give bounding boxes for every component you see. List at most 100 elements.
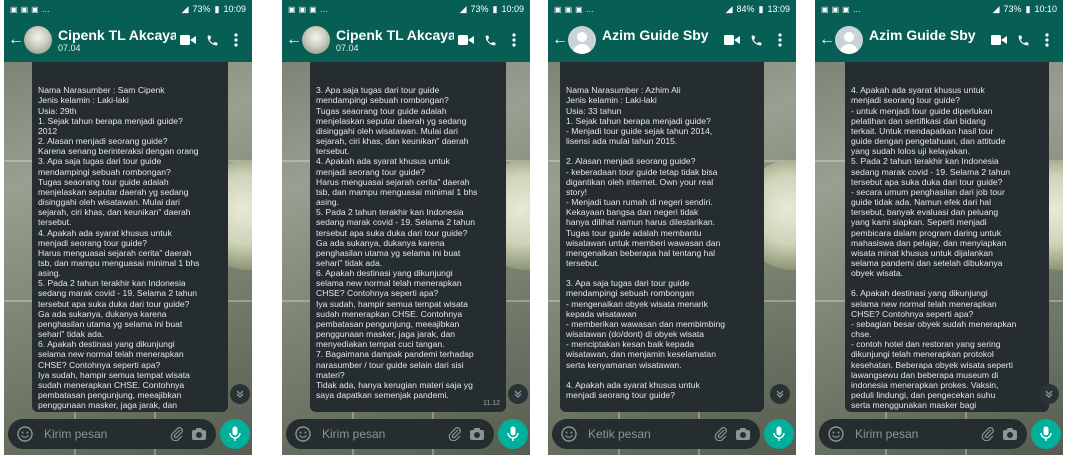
message-line: selama pandemi dan setelah dibukanya [851,257,1003,268]
message-line: serta menggunakan masker bagi [851,400,977,411]
message-input-bar[interactable]: Ketik pesan [552,419,760,449]
more-vert-icon[interactable] [1035,33,1059,47]
more-vert-icon[interactable] [224,33,248,47]
message-line: Tugas seaorang tour guide adalah [38,176,169,187]
message-line: selama new normal telah menerapkan [38,349,184,360]
attach-icon[interactable] [166,423,188,445]
message-input[interactable]: Kirim pesan [855,427,977,441]
message-line: 5. Pada 2 tahun terakhir kan Indonesia [851,156,999,167]
message-line: sudah menerapkan CHSE. Contohnya [38,379,185,390]
back-arrow-icon[interactable]: ← [286,31,302,49]
contact-info[interactable]: Azim Guide Sby [869,27,987,53]
message-line: Jenis kelamin : Laki-laki [38,95,129,106]
message-line: sehari" tidak ada. [38,329,105,340]
message-time [756,399,758,409]
message-input[interactable]: Kirim pesan [322,427,444,441]
attach-icon[interactable] [977,423,999,445]
message-line: penghasilan utama yg selama ini buat [38,318,183,329]
message-line: sedang marak covid - 19. Selama 2 tahun [851,166,1011,177]
message-bubble[interactable]: 3. Apa saja tugas dari tour guide mendamp… [310,62,506,412]
message-line [566,370,758,380]
scroll-down-icon[interactable] [508,384,528,404]
phone-icon[interactable] [744,34,768,47]
back-arrow-icon[interactable]: ← [552,31,568,49]
message-line: pembatasan pengunjung, meeajibkan [316,318,460,329]
emoji-icon[interactable] [825,423,847,445]
battery-icon: ▮ [1025,3,1031,14]
camera-icon[interactable] [999,423,1021,445]
phone-icon[interactable] [1011,34,1035,47]
phone-screen-4: ▣ ▣ ▣… ◢ 73% ▮ 10:10 ← Azim Guide Sby 4. A… [815,0,1063,455]
message-line: CHSE? Contohnya seperti apa? [851,308,974,319]
message-line: tersebut. [566,257,600,268]
mic-icon[interactable] [1031,419,1061,449]
message-bubble[interactable]: Nama Narasumber : Azhim Ali Jenis kelamin… [560,62,764,412]
more-vert-icon[interactable] [768,33,792,47]
chat-header: ← Azim Guide Sby [815,18,1063,62]
message-input-bar[interactable]: Kirim pesan [8,419,216,449]
camera-icon[interactable] [466,423,488,445]
mic-icon[interactable] [764,419,794,449]
message-line: Nama Narasumber : Azhim Ali [566,85,681,96]
more-vert-icon[interactable] [502,33,526,47]
message-line: mendampingi sebuah rombongan? [316,95,449,106]
mic-icon[interactable] [498,419,528,449]
contact-info[interactable]: Cipenk TL Akcaya 07.04 [336,27,454,53]
message-line: 1. Sejak tahun berapa menjadi guide? [566,115,711,126]
camera-icon[interactable] [188,423,210,445]
message-input-bar[interactable]: Kirim pesan [819,419,1027,449]
scroll-down-icon[interactable] [230,384,250,404]
video-call-icon[interactable] [454,34,478,46]
message-line: chse. [851,329,872,340]
video-call-icon[interactable] [176,34,200,46]
phone-screen-3: ▣ ▣ ▣… ◢ 84% ▮ 13:09 ← Azim Guide Sby Nama… [548,0,796,455]
contact-info[interactable]: Cipenk TL Akcaya 07.04 [58,27,176,53]
message-line: 3. Apa saja tugas dari tour guide [566,278,690,289]
video-call-icon[interactable] [987,34,1011,46]
message-line: serta kenyamanan wisatawan. [566,359,682,370]
battery-level: 73% [1003,4,1022,14]
mic-icon[interactable] [220,419,250,449]
message-input[interactable]: Kirim pesan [44,427,166,441]
contact-info[interactable]: Azim Guide Sby [602,27,720,53]
emoji-icon[interactable] [292,423,314,445]
avatar[interactable] [568,26,596,54]
avatar[interactable] [24,26,52,54]
phone-icon[interactable] [200,34,224,47]
message-line [566,268,758,278]
message-line: yang sudah lolos uji kelayakan. [851,146,970,157]
message-line: 2012 [38,125,58,136]
attach-icon[interactable] [444,423,466,445]
message-line: Iya sudah, hampir semua tempat wisata [316,298,468,309]
phone-icon[interactable] [478,34,502,47]
message-line: dikunjungi telah menerapkan protokol [851,349,994,360]
message-time: 11.12 [483,399,500,407]
message-line: Usia: 33 tahun [566,105,622,116]
message-line: mahasiswa dan pelajar, dan menyiapkan [851,237,1007,248]
back-arrow-icon[interactable]: ← [819,31,835,49]
avatar[interactable] [302,26,330,54]
scroll-down-icon[interactable] [770,384,790,404]
message-input[interactable]: Ketik pesan [588,427,710,441]
battery-icon: ▮ [492,3,498,14]
message-line: materi? [316,369,345,380]
camera-icon[interactable] [732,423,754,445]
message-bubble[interactable]: 4. Apakah ada syarat khusus untuk menjadi… [845,62,1049,412]
emoji-icon[interactable] [14,423,36,445]
emoji-icon[interactable] [558,423,580,445]
contact-name: Cipenk TL Akcaya [58,27,176,43]
avatar[interactable] [835,26,863,54]
message-input-bar[interactable]: Kirim pesan [286,419,494,449]
message-bubble[interactable]: Nama Narasumber : Sam Cipenk Jenis kelami… [32,62,228,412]
clock: 13:09 [767,4,790,14]
scroll-down-icon[interactable] [1039,384,1059,404]
back-arrow-icon[interactable]: ← [8,31,24,49]
video-call-icon[interactable] [720,34,744,46]
message-line: mendampingi sebuah rombongan [566,288,695,299]
message-line: tersebut. [38,217,72,228]
message-line: sehari" tidak ada. [316,257,383,268]
message-line: menyediakan tempat cuci tangan. [316,339,445,350]
message-line: wisatawan untuk memberi wawasan dan [566,237,721,248]
clock: 10:09 [501,4,524,14]
attach-icon[interactable] [710,423,732,445]
